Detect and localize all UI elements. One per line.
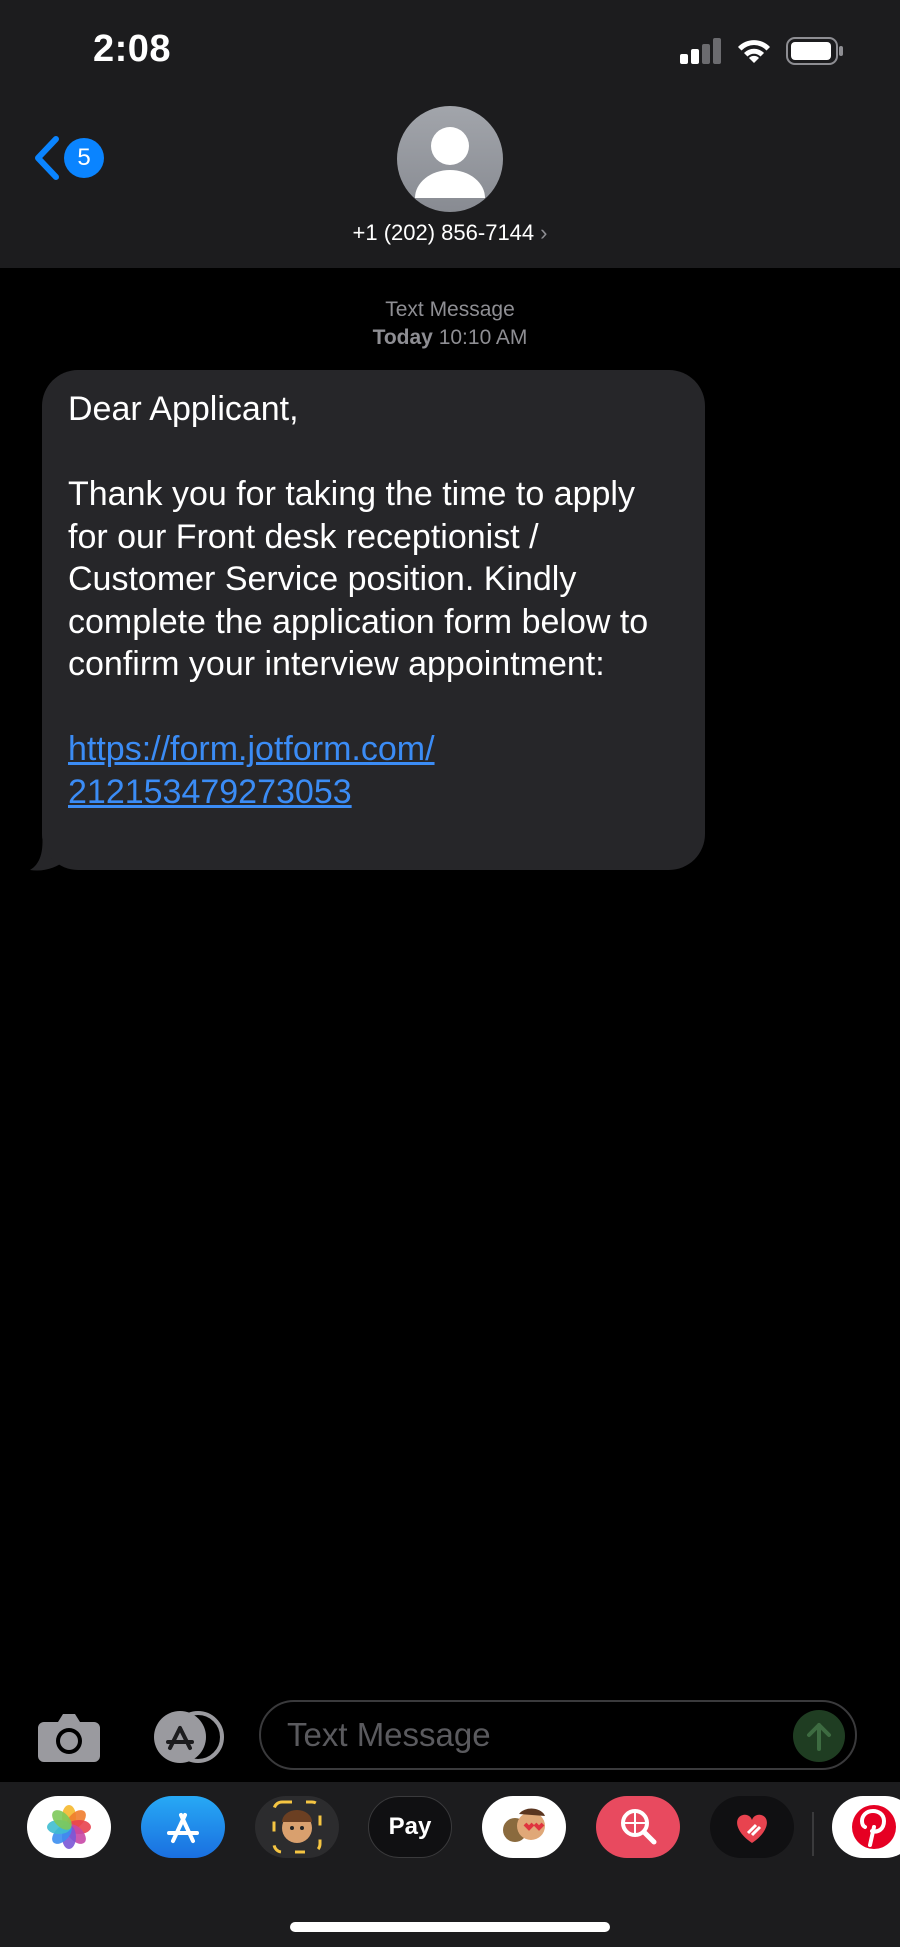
cellular-signal-icon <box>680 38 721 64</box>
contact-details-button[interactable]: +1 (202) 856-7144 › <box>0 220 900 246</box>
message-timestamp: Text Message Today 10:10 AM <box>0 296 900 352</box>
date-label: Today <box>372 326 433 349</box>
battery-icon <box>786 37 843 65</box>
contact-avatar[interactable] <box>397 106 503 212</box>
magnifier-globe-icon <box>621 1809 657 1845</box>
apple-pay-label: Pay <box>388 1813 432 1840</box>
wifi-icon <box>738 40 770 63</box>
service-label: Text Message <box>385 298 515 321</box>
status-icons <box>680 36 844 66</box>
composer-bar: Text Message <box>0 1690 900 1780</box>
camera-button[interactable] <box>36 1712 102 1764</box>
contact-number: +1 (202) 856-7144 <box>352 220 535 245</box>
app-store-icon[interactable] <box>141 1796 225 1858</box>
link-line-1: https://form.jotform.com/ <box>68 730 435 768</box>
app-store-drawer-icon <box>154 1711 224 1763</box>
status-time: 2:08 <box>93 28 172 70</box>
pinterest-logo-icon <box>852 1805 896 1849</box>
arrow-up-icon <box>807 1723 831 1751</box>
pinterest-icon[interactable] <box>832 1796 900 1858</box>
photos-flower-icon <box>47 1805 91 1849</box>
message-input-placeholder: Text Message <box>287 1716 491 1753</box>
app-strip-divider <box>812 1812 814 1856</box>
message-input[interactable]: Text Message <box>259 1700 857 1770</box>
imessage-app-strip: Pay <box>0 1782 900 1947</box>
heart-touch-icon <box>737 1814 767 1843</box>
memoji-face-icon <box>272 1800 322 1854</box>
incoming-message-bubble[interactable]: Dear Applicant, Thank you for taking the… <box>42 370 705 870</box>
digital-touch-icon[interactable] <box>710 1796 794 1858</box>
chevron-right-icon: › <box>540 220 548 245</box>
unread-count-badge: 5 <box>64 138 104 178</box>
chevron-left-icon <box>35 136 59 180</box>
web-search-icon[interactable] <box>596 1796 680 1858</box>
message-link[interactable]: https://form.jotform.com/212153479273053 <box>68 730 435 811</box>
camera-icon <box>38 1714 100 1762</box>
home-indicator[interactable] <box>290 1922 610 1932</box>
send-button[interactable] <box>793 1710 845 1762</box>
message-body: Thank you for taking the time to apply f… <box>68 475 649 683</box>
date-time: Today 10:10 AM <box>0 324 900 352</box>
animoji-stickers-icon[interactable] <box>482 1796 566 1858</box>
apple-pay-icon[interactable]: Pay <box>368 1796 452 1858</box>
message-greeting: Dear Applicant, <box>68 390 299 428</box>
time-label: 10:10 AM <box>438 326 528 349</box>
app-store-a-icon <box>167 1813 199 1843</box>
memoji-icon[interactable] <box>255 1796 339 1858</box>
back-button[interactable]: 5 <box>32 132 104 184</box>
person-icon <box>415 127 485 198</box>
photos-app-icon[interactable] <box>27 1796 111 1858</box>
sticker-faces-icon <box>503 1808 545 1842</box>
app-drawer-button[interactable] <box>146 1708 224 1766</box>
link-line-2: 212153479273053 <box>68 772 352 811</box>
conversation-header: 2:08 5 +1 (202) 856-7144 › <box>0 0 900 268</box>
